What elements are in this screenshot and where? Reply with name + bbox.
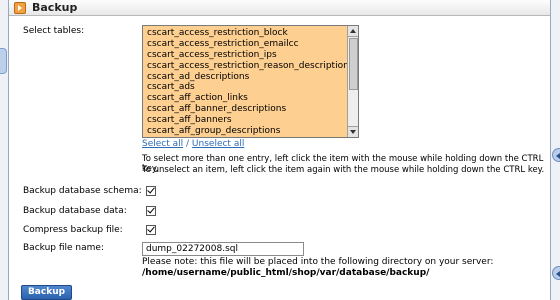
select-all-link[interactable]: Select all — [142, 139, 183, 149]
filename-label: Backup file name: — [23, 243, 104, 253]
list-item[interactable]: cscart_aff_group_descriptions — [147, 126, 345, 137]
list-item[interactable]: cscart_ad_descriptions — [147, 72, 345, 83]
list-item[interactable]: cscart_access_restriction_block — [147, 28, 345, 39]
tables-list: cscart_access_restriction_block cscart_ac… — [147, 28, 354, 137]
backup-panel: Backup Select tables: cscart_access_rest… — [8, 0, 551, 300]
link-separator: / — [183, 139, 192, 149]
filename-input[interactable]: dump_02272008.sql — [142, 242, 304, 256]
compress-label: Compress backup file: — [23, 225, 123, 235]
scroll-thumb[interactable] — [349, 38, 358, 90]
list-item[interactable]: cscart_access_restriction_ips — [147, 50, 345, 61]
compress-checkbox[interactable] — [146, 225, 156, 235]
schema-label: Backup database schema: — [23, 186, 142, 196]
list-item[interactable]: cscart_access_restriction_emailcc — [147, 39, 345, 50]
unselect-all-link[interactable]: Unselect all — [192, 139, 244, 149]
select-links: Select all / Unselect all — [142, 139, 244, 149]
data-label: Backup database data: — [23, 206, 127, 216]
list-item[interactable]: cscart_access_restriction_reason_descrip… — [147, 61, 354, 72]
schema-checkbox[interactable] — [146, 186, 156, 196]
directory-note: Please note: this file will be placed in… — [142, 257, 494, 267]
listbox-scrollbar[interactable] — [347, 26, 358, 137]
right-expand-icon[interactable] — [552, 266, 560, 280]
left-collapse-tab[interactable] — [0, 48, 7, 74]
right-expand-icon[interactable] — [552, 148, 560, 162]
arrow-right-icon — [14, 2, 26, 14]
list-item[interactable]: cscart_aff_banners — [147, 115, 345, 126]
select-tables-label: Select tables: — [23, 26, 85, 36]
backup-path: /home/username/public_html/shop/var/data… — [142, 268, 430, 278]
list-item[interactable]: cscart_aff_banner_descriptions — [147, 104, 345, 115]
unselect-hint: To unselect an item, left click the item… — [142, 165, 545, 175]
scroll-up-icon[interactable] — [348, 26, 358, 37]
list-item[interactable]: cscart_aff_action_links — [147, 93, 345, 104]
page-title: Backup — [32, 1, 78, 14]
list-item[interactable]: cscart_ads — [147, 82, 345, 93]
panel-header: Backup — [9, 0, 550, 16]
tables-listbox[interactable]: cscart_access_restriction_block cscart_ac… — [142, 25, 359, 138]
data-checkbox[interactable] — [146, 206, 156, 216]
scroll-down-icon[interactable] — [348, 126, 358, 137]
backup-button[interactable]: Backup — [21, 285, 72, 300]
